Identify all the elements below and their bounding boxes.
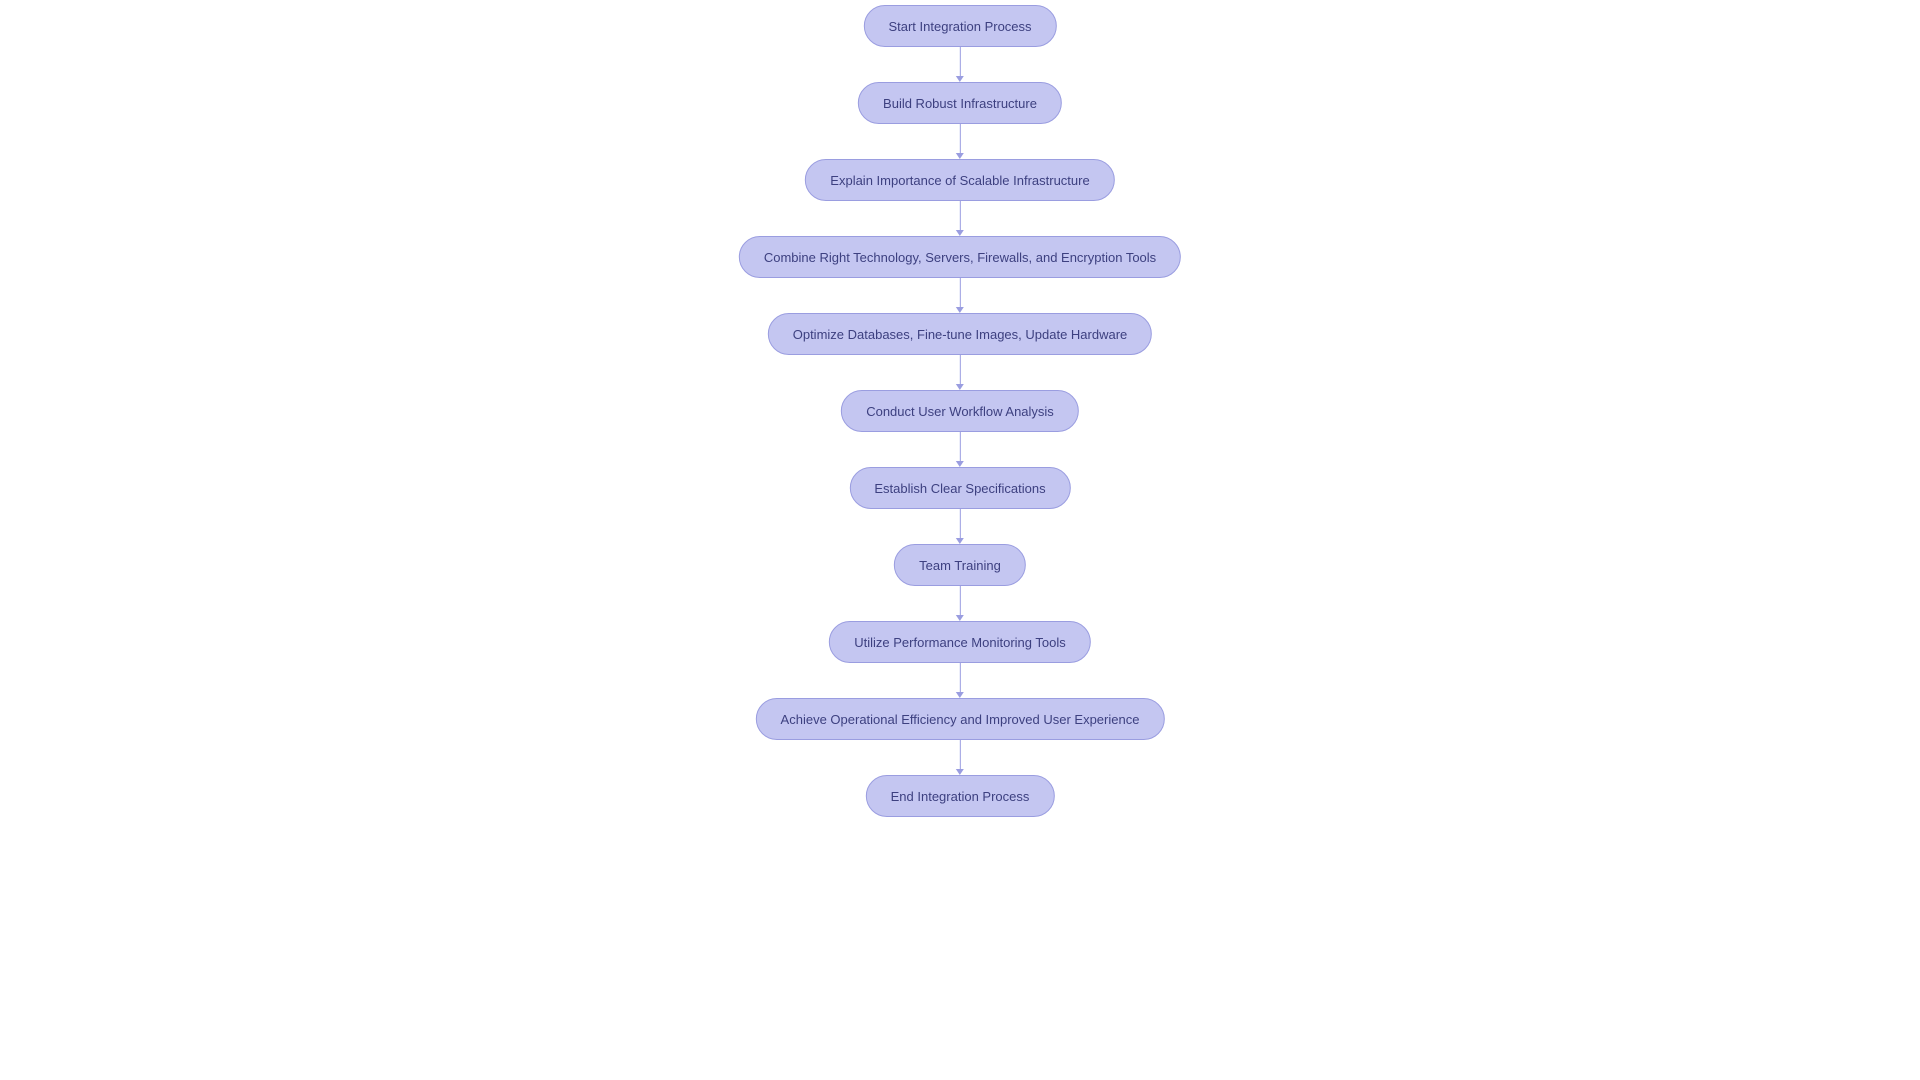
connector-line <box>959 740 960 769</box>
flow-connector <box>956 201 964 236</box>
flow-node-explain-importance: Explain Importance of Scalable Infrastru… <box>805 159 1114 201</box>
flow-node-combine-technology: Combine Right Technology, Servers, Firew… <box>739 236 1181 278</box>
connector-line <box>959 432 960 461</box>
node-label: Optimize Databases, Fine-tune Images, Up… <box>793 327 1128 342</box>
flow-node-start: Start Integration Process <box>863 5 1056 47</box>
flow-connector <box>956 278 964 313</box>
flow-connector <box>956 663 964 698</box>
flow-connector <box>956 509 964 544</box>
flow-node-monitoring: Utilize Performance Monitoring Tools <box>829 621 1090 663</box>
flow-connector <box>956 124 964 159</box>
connector-line <box>959 509 960 538</box>
connector-line <box>959 355 960 384</box>
node-label: Establish Clear Specifications <box>874 481 1045 496</box>
node-label: Conduct User Workflow Analysis <box>866 404 1054 419</box>
flow-connector <box>956 47 964 82</box>
flow-node-end: End Integration Process <box>866 775 1055 817</box>
connector-line <box>959 201 960 230</box>
node-label: Combine Right Technology, Servers, Firew… <box>764 250 1156 265</box>
flow-node-optimize: Optimize Databases, Fine-tune Images, Up… <box>768 313 1153 355</box>
flow-node-training: Team Training <box>894 544 1026 586</box>
node-label: Start Integration Process <box>888 19 1031 34</box>
flow-connector <box>956 355 964 390</box>
flow-node-achieve-efficiency: Achieve Operational Efficiency and Impro… <box>756 698 1165 740</box>
connector-line <box>959 124 960 153</box>
node-label: End Integration Process <box>891 789 1030 804</box>
connector-line <box>959 47 960 76</box>
node-label: Build Robust Infrastructure <box>883 96 1037 111</box>
flow-node-specifications: Establish Clear Specifications <box>849 467 1070 509</box>
flow-connector <box>956 740 964 775</box>
node-label: Utilize Performance Monitoring Tools <box>854 635 1065 650</box>
flowchart-container: Start Integration Process Build Robust I… <box>739 5 1181 817</box>
flow-node-workflow-analysis: Conduct User Workflow Analysis <box>841 390 1079 432</box>
flow-connector <box>956 432 964 467</box>
connector-line <box>959 663 960 692</box>
node-label: Explain Importance of Scalable Infrastru… <box>830 173 1089 188</box>
node-label: Achieve Operational Efficiency and Impro… <box>781 712 1140 727</box>
connector-line <box>959 586 960 615</box>
node-label: Team Training <box>919 558 1001 573</box>
flow-connector <box>956 586 964 621</box>
flow-node-build-infrastructure: Build Robust Infrastructure <box>858 82 1062 124</box>
connector-line <box>959 278 960 307</box>
